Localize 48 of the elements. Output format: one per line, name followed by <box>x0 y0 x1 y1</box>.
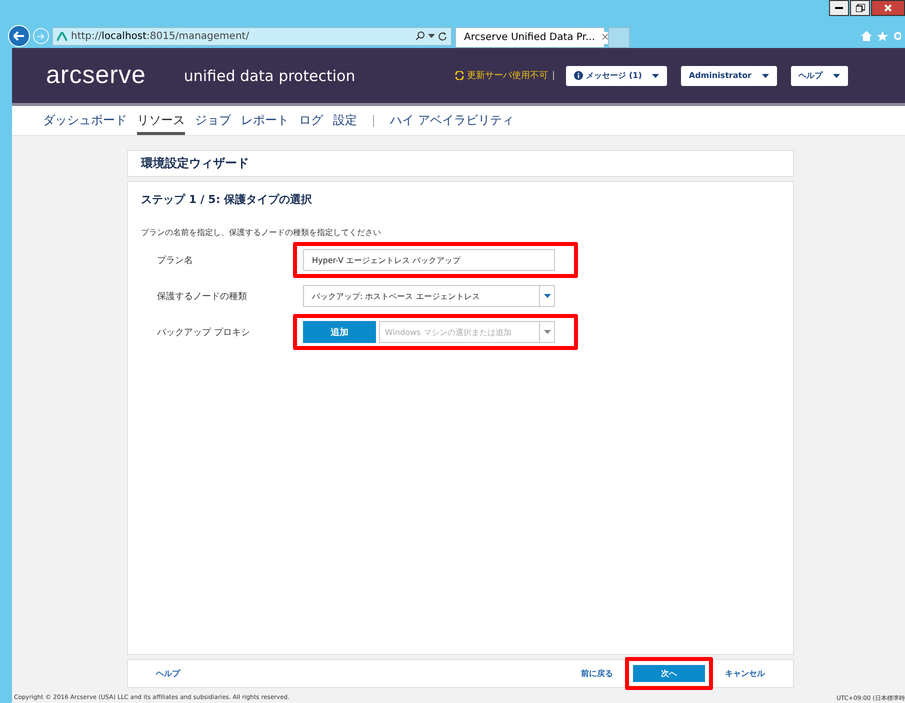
node-type-select[interactable]: バックアップ: ホストベース エージェントレス <box>303 285 555 307</box>
instruction-text: プランの名前を指定し、保護するノードの種類を指定してください <box>141 227 382 238</box>
restore-button[interactable] <box>850 0 870 16</box>
field-label: プラン名 <box>157 254 194 266</box>
close-icon <box>884 4 892 12</box>
field-label: バックアップ プロキシ <box>157 326 251 338</box>
header-menu-button[interactable]: Administrator <box>680 66 777 86</box>
back-button[interactable] <box>8 25 30 47</box>
nav-tab[interactable]: 設定 <box>333 106 357 135</box>
arrow-right-icon <box>37 32 45 40</box>
cancel-link[interactable]: キャンセル <box>725 668 765 679</box>
logo: arcserve <box>46 61 146 90</box>
nav-tab[interactable]: リソース <box>137 106 185 135</box>
sync-icon <box>455 71 464 80</box>
close-button[interactable] <box>871 0 905 16</box>
step-title: ステップ 1 / 5: 保護タイプの選択 <box>141 192 314 207</box>
next-button[interactable]: 次へ <box>633 665 705 682</box>
nav-tab[interactable]: レポート <box>241 106 289 135</box>
caret-icon <box>762 74 769 78</box>
caret-icon <box>428 34 435 38</box>
restore-icon <box>856 4 864 12</box>
nav-tab[interactable]: ジョブ <box>195 106 231 135</box>
star-icon[interactable] <box>877 31 888 41</box>
minimize-icon <box>835 6 843 10</box>
refresh-icon[interactable] <box>438 32 447 40</box>
caret-icon <box>544 294 550 298</box>
caret-icon <box>832 74 840 78</box>
plan-name-field[interactable]: Hyper-V エージェントレス バックアップ <box>303 249 555 271</box>
arrow-left-icon <box>13 31 25 41</box>
info-icon <box>574 71 584 80</box>
caret-icon <box>544 330 550 334</box>
nav-tab[interactable]: ハイ アベイラビリティ <box>390 106 514 135</box>
product-tagline: unified data protection <box>184 66 356 85</box>
nav-tab[interactable]: ログ <box>299 106 323 135</box>
back-link[interactable]: 前に戻る <box>581 668 613 679</box>
add-button[interactable]: 追加 <box>303 321 376 343</box>
help-link[interactable]: ヘルプ <box>156 668 180 679</box>
caret-icon <box>652 74 659 78</box>
field-label: 保護するノードの種類 <box>157 290 248 302</box>
logo-icon <box>57 32 67 40</box>
search-icon[interactable] <box>415 31 425 41</box>
wizard-title: 環境設定ウィザード <box>127 150 794 177</box>
update-warning[interactable]: 更新サーバ使用不可 <box>467 69 548 82</box>
address-bar[interactable]: http://localhost:8015/management/ <box>52 26 452 46</box>
minimize-button[interactable] <box>829 0 849 16</box>
header-menu-button[interactable]: ヘルプ <box>790 66 848 86</box>
header-menu-button[interactable]: メッセージ (1) <box>566 66 667 86</box>
nav-tab[interactable]: ダッシュボード <box>43 106 127 135</box>
